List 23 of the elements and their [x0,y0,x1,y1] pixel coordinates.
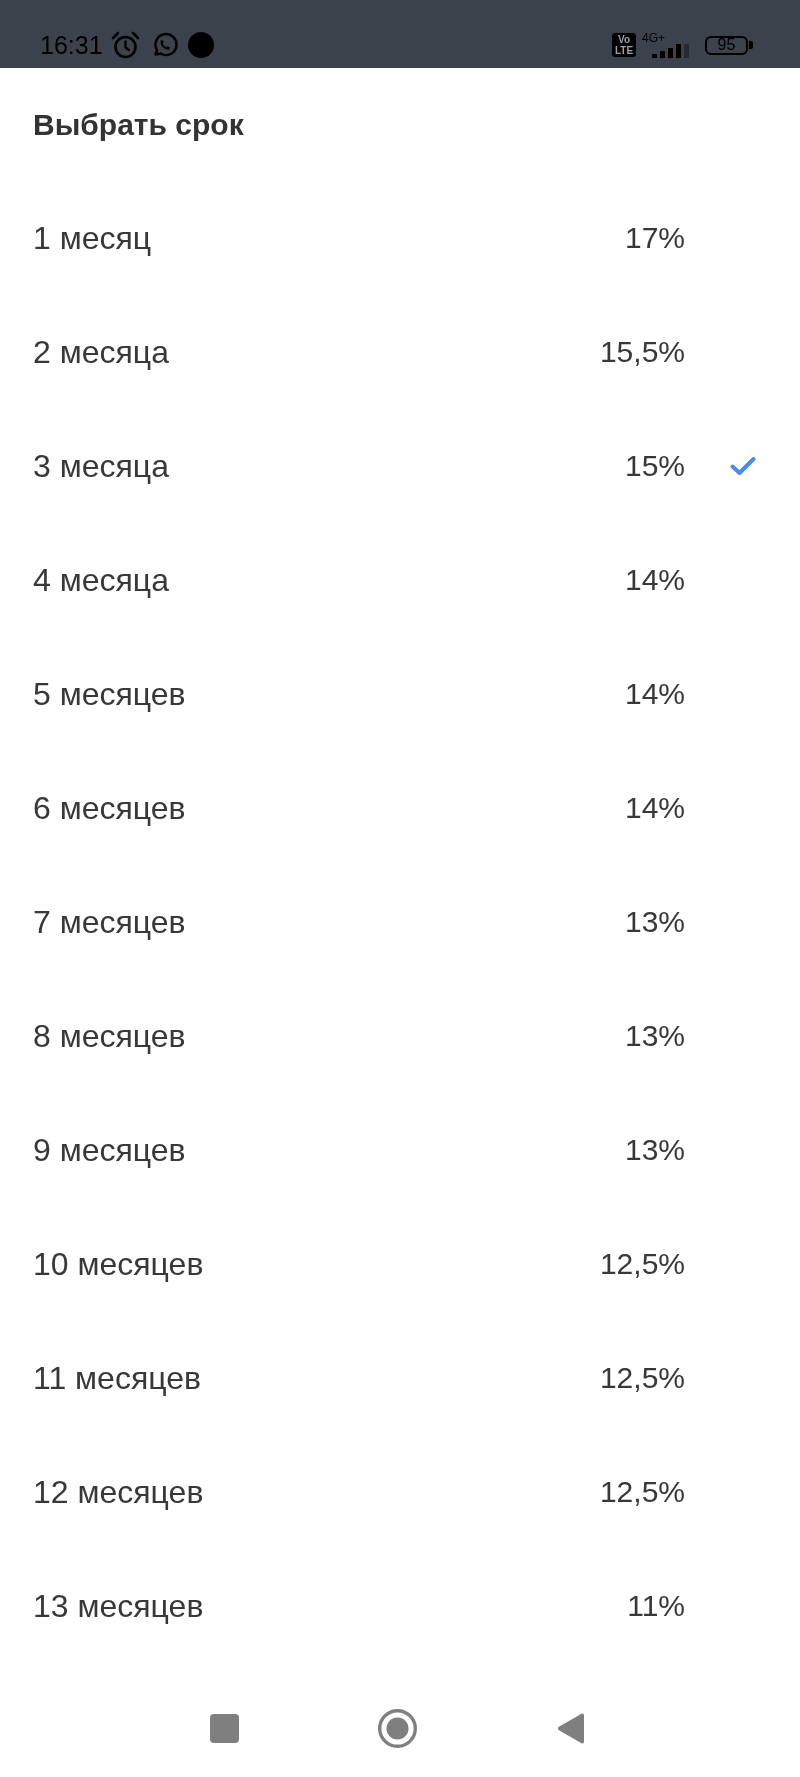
check-icon [730,456,756,476]
term-option[interactable]: 10 месяцев 12,5% [0,1207,800,1321]
term-option[interactable]: 4 месяца 14% [0,523,800,637]
network-type: 4G+ [642,32,665,44]
status-time: 16:31 [40,31,103,59]
battery-indicator: 95 [705,35,753,55]
term-option[interactable]: 12 месяцев 12,5% [0,1435,800,1549]
term-option[interactable]: 6 месяцев 14% [0,751,800,865]
dialog-title: Выбрать срок [32,107,245,142]
term-option[interactable]: 13 месяцев 11% [0,1549,800,1663]
back-icon[interactable] [557,1712,584,1745]
term-option[interactable]: 1 месяц 17% [0,181,800,295]
home-icon[interactable] [378,1709,417,1748]
term-option[interactable]: 8 месяцев 13% [0,979,800,1093]
term-option[interactable]: 3 месяца 15% [0,409,800,523]
alarm-clock-icon [110,30,140,60]
term-option[interactable]: 5 месяцев 14% [0,637,800,751]
term-option[interactable]: 11 месяцев 12,5% [0,1321,800,1435]
term-option[interactable]: 7 месяцев 13% [0,865,800,979]
app-circle-icon [187,32,214,58]
term-option[interactable]: 9 месяцев 13% [0,1093,800,1207]
volte-badge: Vo LTE [612,33,636,57]
term-option[interactable]: 2 месяца 15,5% [0,295,800,409]
